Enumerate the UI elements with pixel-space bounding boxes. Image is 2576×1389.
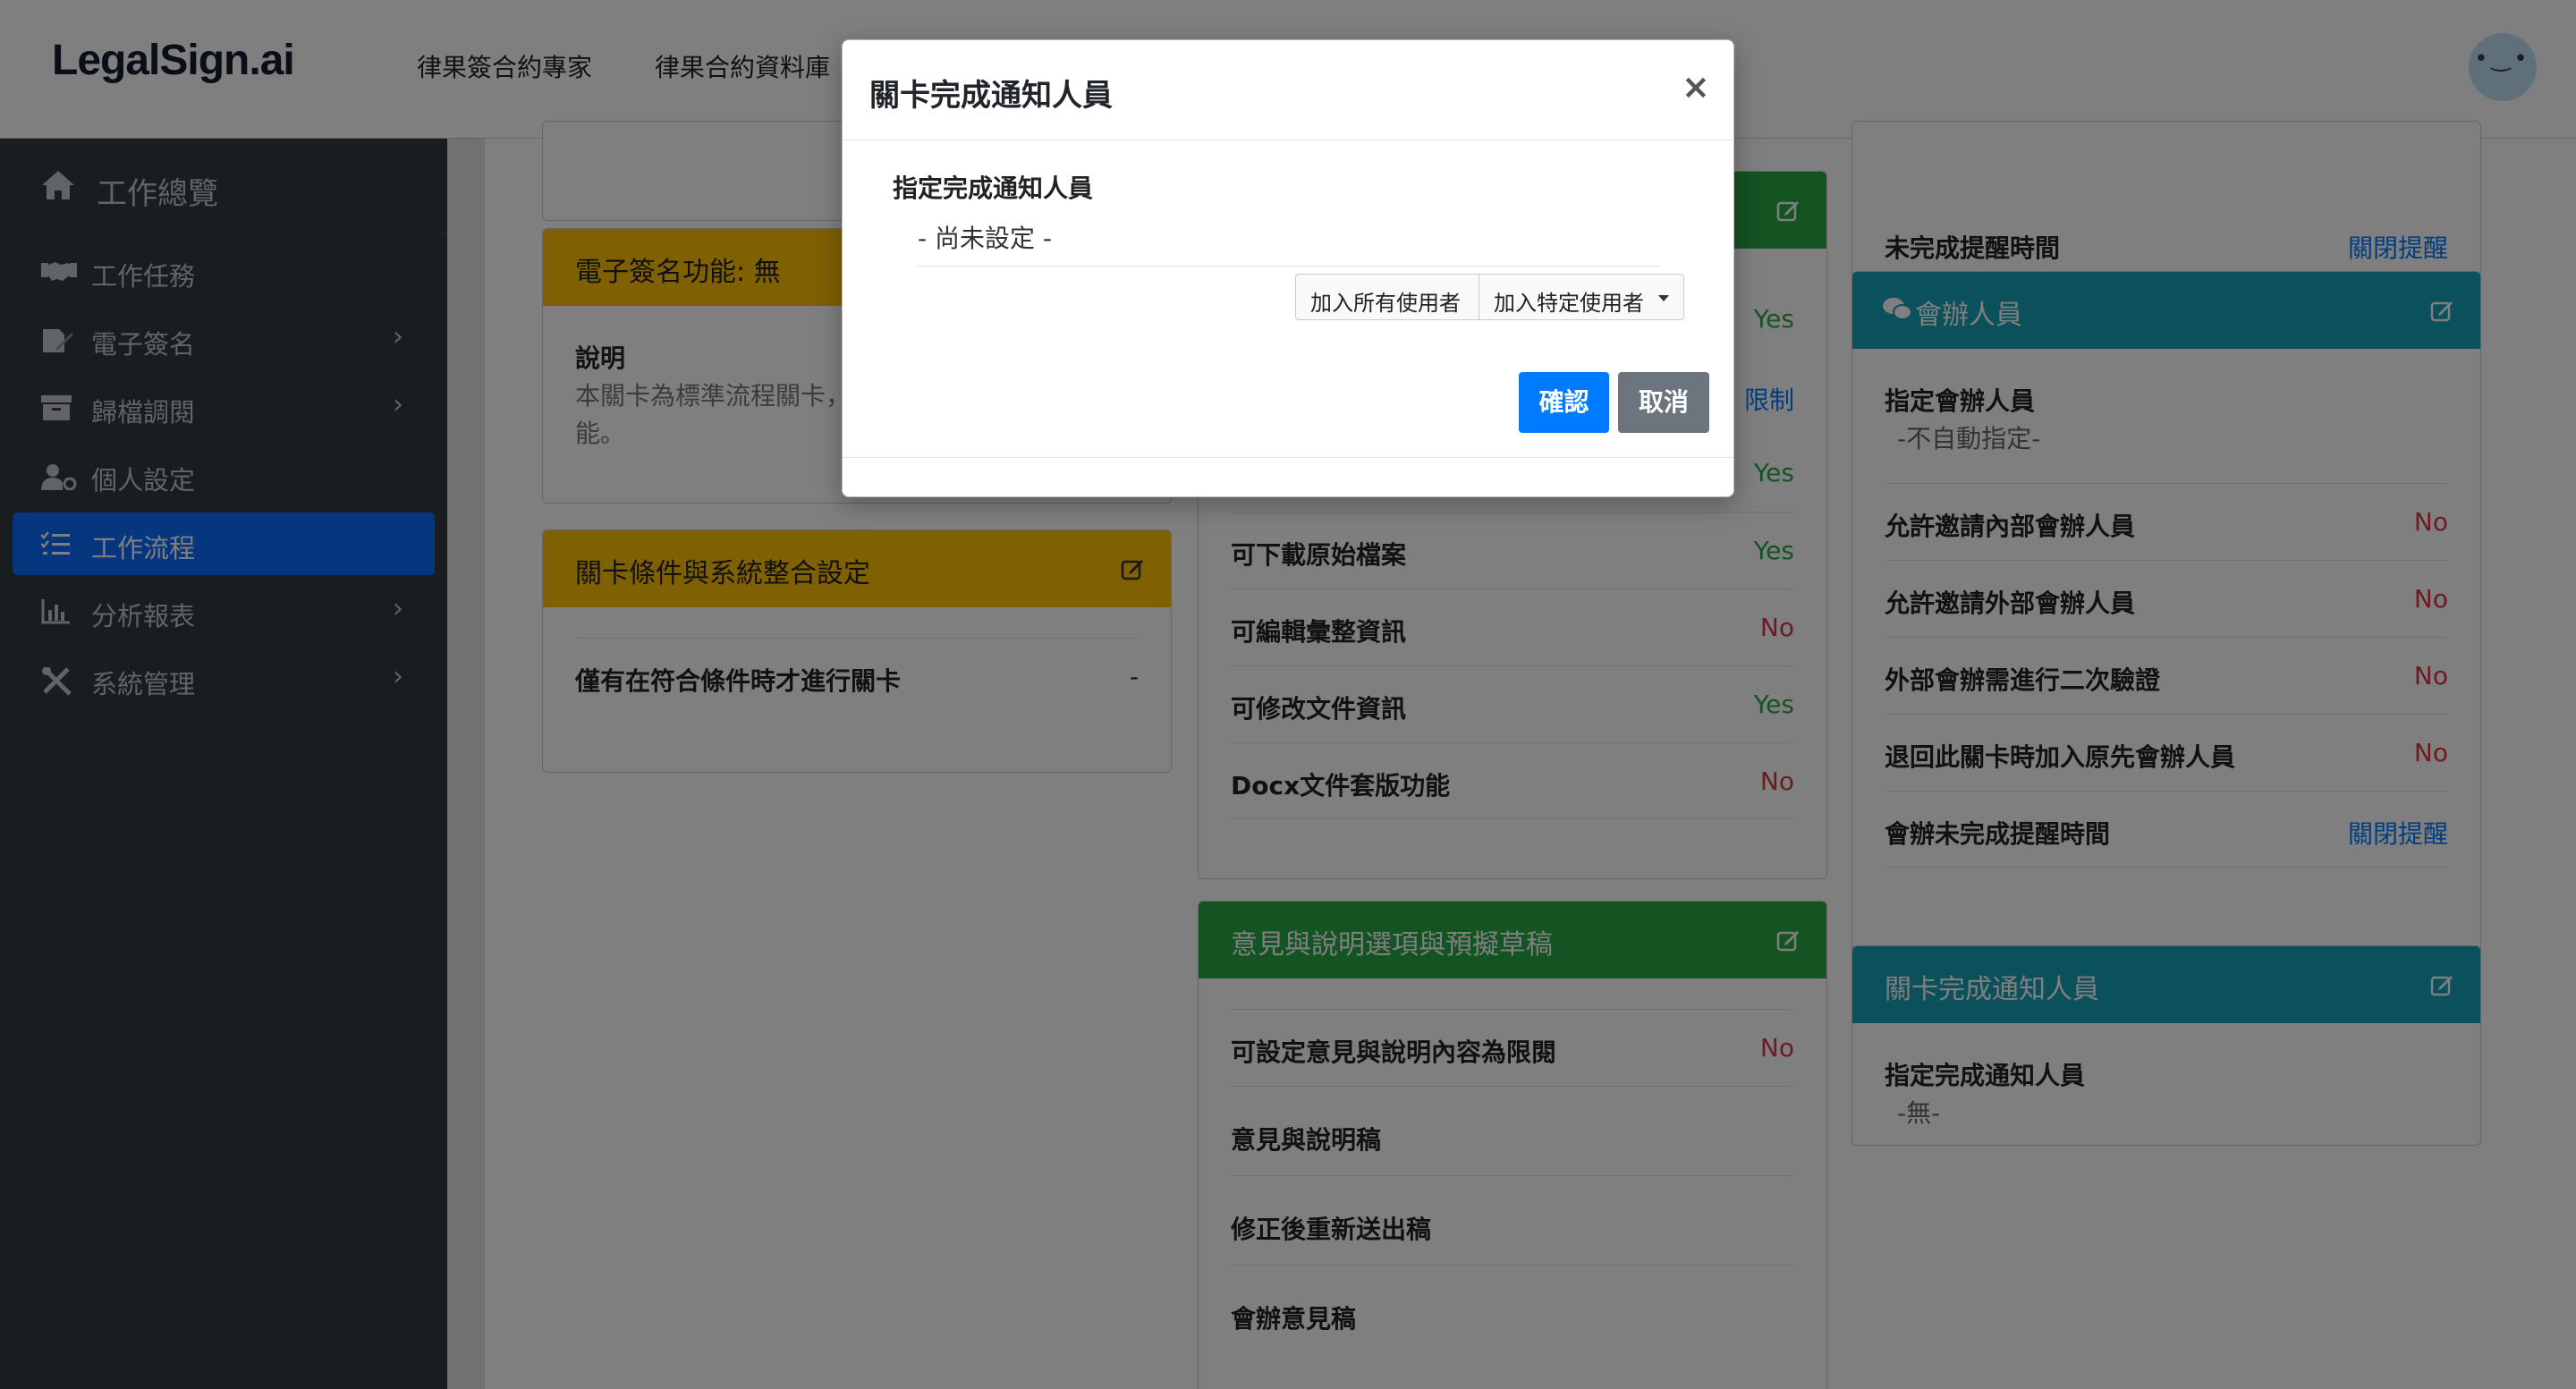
modal-field-label: 指定完成通知人員	[893, 174, 1094, 203]
modal-footer-divider	[843, 457, 1733, 458]
modal-title: 關卡完成通知人員	[869, 78, 1113, 114]
modal-field-value: - 尚未設定 -	[918, 224, 1053, 253]
modal-divider	[918, 266, 1660, 267]
caret-down-icon	[1658, 295, 1669, 301]
modal-header: 關卡完成通知人員 ×	[843, 40, 1733, 140]
close-icon[interactable]: ×	[1682, 67, 1710, 106]
add-specific-user-label: 加入特定使用者	[1494, 291, 1644, 316]
confirm-button[interactable]: 確認	[1519, 372, 1609, 433]
notify-modal: 關卡完成通知人員 × 指定完成通知人員 - 尚未設定 - 加入所有使用者 加入特…	[842, 39, 1734, 497]
cancel-button[interactable]: 取消	[1618, 372, 1709, 433]
add-user-button-group: 加入所有使用者 加入特定使用者	[1295, 274, 1684, 320]
add-all-users-button[interactable]: 加入所有使用者	[1295, 274, 1479, 320]
add-specific-user-dropdown[interactable]: 加入特定使用者	[1479, 274, 1684, 320]
